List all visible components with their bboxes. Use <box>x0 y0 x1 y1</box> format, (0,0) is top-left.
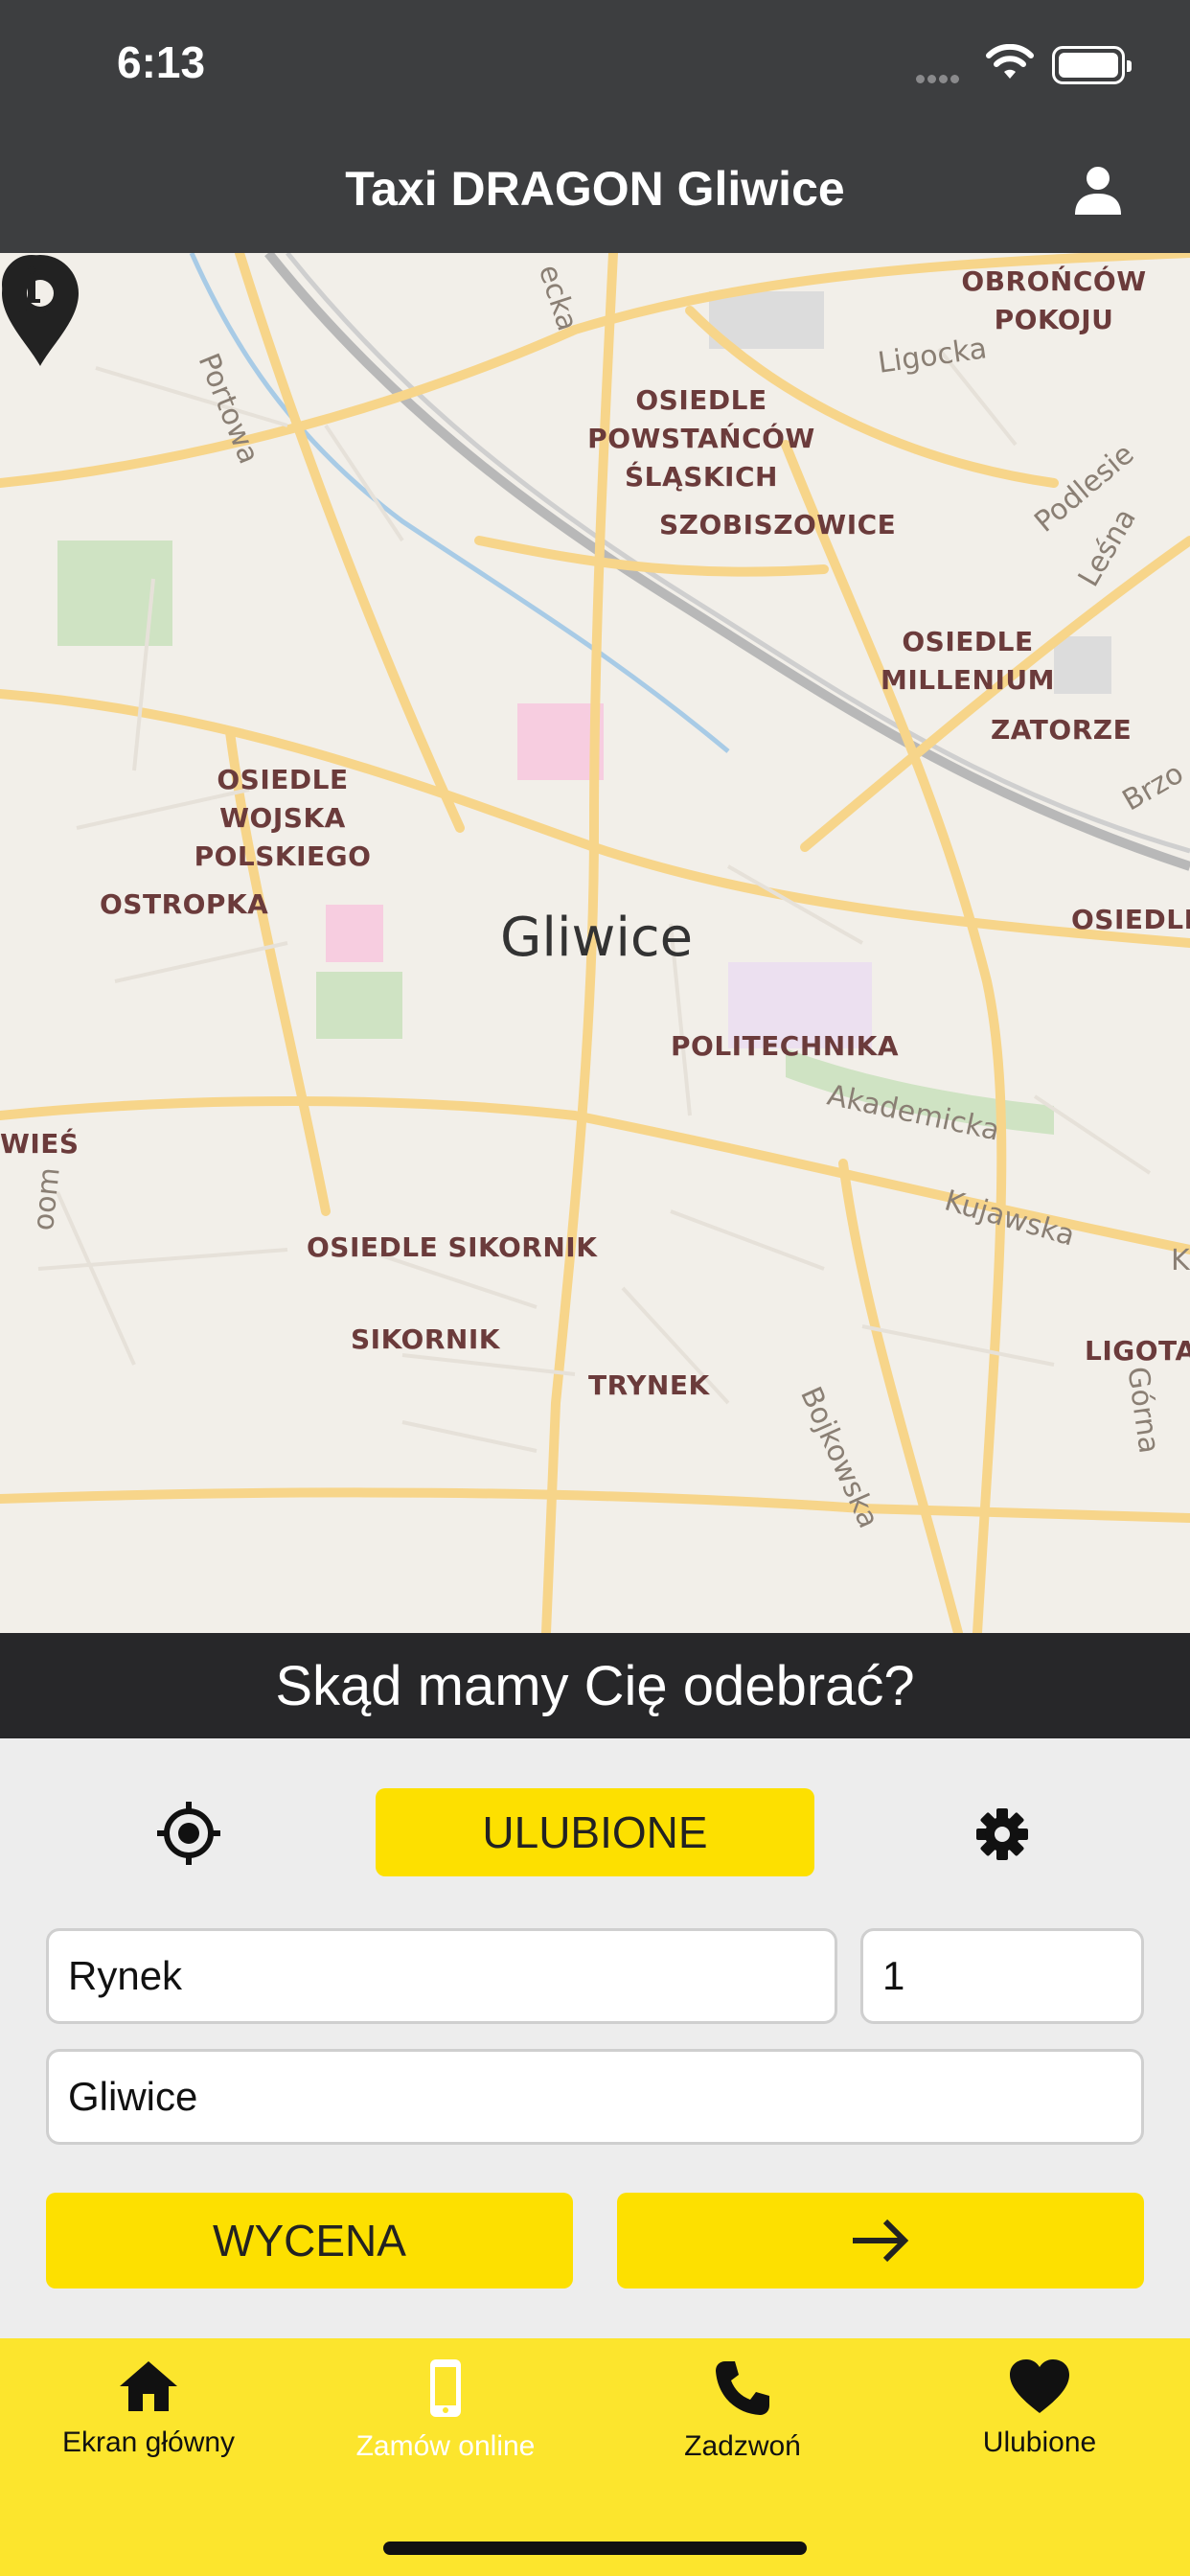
map-district-label: SZOBISZOWICE <box>659 509 897 540</box>
map-district-label: OSIEDLE POWSTAŃCÓW ŚLĄSKICH <box>587 384 815 493</box>
tab-favorites[interactable]: Ulubione <box>891 2358 1188 2459</box>
map-district-label: OSIEDLE MILLENIUM <box>880 626 1056 696</box>
home-icon <box>120 2361 177 2411</box>
map-city-label: Gliwice <box>500 907 694 969</box>
wifi-icon <box>986 44 1034 79</box>
map-district-label: ZATORZE <box>991 714 1133 746</box>
tab-home-label: Ekran główny <box>61 2426 236 2458</box>
map-district-label: OSIEDLE WOJSKA POLSKIEGO <box>194 764 372 872</box>
battery-icon <box>1052 46 1132 84</box>
favorites-button[interactable]: ULUBIONE <box>376 1788 814 1876</box>
tab-call[interactable]: Zadzwoń <box>594 2358 891 2463</box>
map-district-label: OBROŃCÓW POKOJU <box>961 265 1147 335</box>
call-icon <box>716 2361 769 2415</box>
map-district-label: WIEŚ <box>0 1128 80 1160</box>
tab-bar: Ekran główny Zamów online Zadzwoń Ulubio… <box>0 2338 1190 2576</box>
tab-favorites-label: Ulubione <box>982 2426 1097 2458</box>
house-number-input[interactable]: 1 <box>860 1928 1144 2024</box>
signal-icon <box>916 71 962 88</box>
street-input[interactable]: Rynek <box>46 1928 837 2024</box>
app-title: Taxi DRAGON Gliwice <box>345 162 845 216</box>
estimate-button[interactable]: WYCENA <box>46 2193 573 2288</box>
map-view[interactable]: OBROŃCÓW POKOJU OSIEDLE POWSTAŃCÓW ŚLĄSK… <box>0 253 1190 1633</box>
tab-order-online-label: Zamów online <box>355 2430 536 2462</box>
app-header: Taxi DRAGON Gliwice <box>0 134 1190 253</box>
map-district-label: OSTROPKA <box>100 888 269 920</box>
next-button[interactable] <box>617 2193 1144 2288</box>
profile-icon[interactable] <box>1071 163 1125 217</box>
tab-order-online[interactable]: Zamów online <box>297 2358 594 2463</box>
status-time: 6:13 <box>117 37 206 87</box>
home-indicator[interactable] <box>383 2542 807 2555</box>
map-district-label: LIGOTA <box>1085 1335 1190 1367</box>
pickup-question-banner: Skąd mamy Cię odebrać? <box>0 1633 1190 1738</box>
status-bar: 6:13 <box>0 0 1190 134</box>
map-district-label: SIKORNIK <box>351 1323 500 1355</box>
tab-call-label: Zadzwoń <box>684 2430 801 2462</box>
tab-home[interactable]: Ekran główny <box>0 2358 297 2459</box>
pickup-question: Skąd mamy Cię odebrać? <box>275 1655 915 1717</box>
arrow-right-icon <box>853 2219 909 2263</box>
map-street-label: oom <box>27 1165 67 1232</box>
gear-icon[interactable] <box>975 1807 1029 1861</box>
map-info-icon[interactable] <box>0 253 63 316</box>
map-district-label: OSIEDLE SIKORNIK <box>307 1231 598 1263</box>
map-district-label: TRYNEK <box>588 1369 710 1401</box>
phone-device-icon <box>430 2359 461 2417</box>
current-location-icon[interactable] <box>155 1800 222 1867</box>
map-street-label: K <box>1171 1244 1190 1277</box>
city-input[interactable]: Gliwice <box>46 2049 1144 2145</box>
map-district-label: POLITECHNIKA <box>671 1030 900 1062</box>
pickup-form: ULUBIONE Rynek 1 Gliwice WYCENA <box>0 1738 1190 2338</box>
map-district-label: OSIEDLE <box>1071 904 1190 935</box>
heart-icon <box>1010 2359 1069 2413</box>
